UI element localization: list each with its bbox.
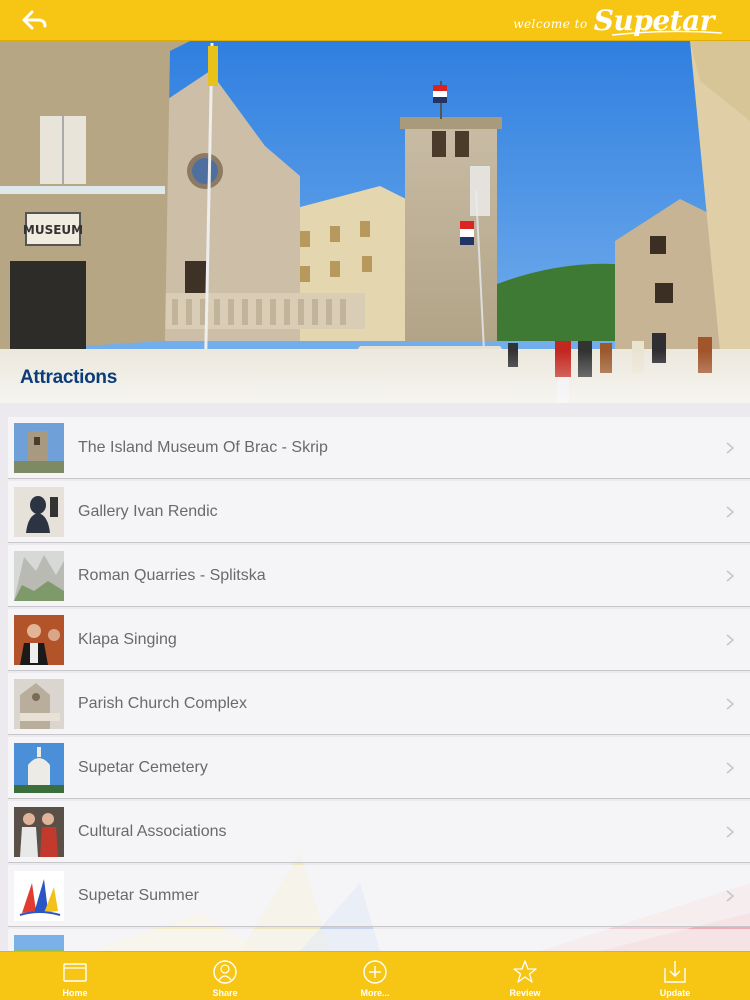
chevron-right-icon [726,825,735,838]
welcome-prefix: welcome to [513,17,588,31]
list-item-label: Supetar Summer [78,886,199,904]
attractions-list[interactable]: The Island Museum Of Brac - Skrip Galler… [0,413,750,951]
top-bar: welcome to Supetar [0,0,750,41]
chevron-right-icon [726,697,735,710]
tab-label: Home [62,988,88,998]
chevron-right-icon [726,441,735,454]
list-item-label: Parish Church Complex [78,694,247,712]
chevron-right-icon [726,569,735,582]
singers-thumb [14,614,64,665]
list-item[interactable]: Supetar Cemetery [8,737,750,799]
back-arrow-icon[interactable] [18,8,52,32]
summer-logo-thumb [14,870,64,921]
list-item-label: Cultural Associations [78,822,227,840]
list-item[interactable]: The Island Museum Of Brac - Skrip [8,417,750,479]
logo-swoosh [612,30,722,36]
sculpture-thumb [14,486,64,537]
list-item[interactable]: Roman Quarries - Splitska [8,545,750,607]
home-icon [63,963,87,982]
partial-thumb [14,934,64,951]
tab-label: More... [360,988,390,998]
share-icon [213,960,237,984]
list-item-label: The Island Museum Of Brac - Skrip [78,438,328,456]
list-item[interactable]: Supetar Summer [8,865,750,927]
chevron-right-icon [726,889,735,902]
town-square-photo: MUSEUM [0,41,750,403]
museum-sign: MUSEUM [23,223,83,237]
list-item-label: Roman Quarries - Splitska [78,566,266,584]
list-item-label: Klapa Singing [78,630,177,648]
museum-tower-thumb [14,422,64,473]
tab-label: Update [659,988,691,998]
tab-update[interactable]: Update [600,952,750,1000]
download-icon [664,961,686,983]
costumes-thumb [14,806,64,857]
list-item-label: Supetar Cemetery [78,758,208,776]
list-item[interactable] [8,929,750,951]
church-thumb [14,678,64,729]
bottom-tab-bar: Home Share More... Review Update [0,951,750,1000]
list-item[interactable]: Gallery Ivan Rendic [8,481,750,543]
list-item[interactable]: Parish Church Complex [8,673,750,735]
chevron-right-icon [726,633,735,646]
plus-circle-icon [363,960,387,984]
tab-share[interactable]: Share [150,952,300,1000]
cemetery-thumb [14,742,64,793]
tab-label: Share [212,988,238,998]
tab-more[interactable]: More... [300,952,450,1000]
hero-image: MUSEUM Attractions [0,41,750,403]
tab-review[interactable]: Review [450,952,600,1000]
star-icon [513,960,537,983]
tab-label: Review [509,988,541,998]
chevron-right-icon [726,761,735,774]
tab-home[interactable]: Home [0,952,150,1000]
section-title: Attractions [20,367,117,388]
chevron-right-icon [726,505,735,518]
list-item-label: Gallery Ivan Rendic [78,502,218,520]
list-item[interactable]: Klapa Singing [8,609,750,671]
quarry-thumb [14,550,64,601]
list-item[interactable]: Cultural Associations [8,801,750,863]
